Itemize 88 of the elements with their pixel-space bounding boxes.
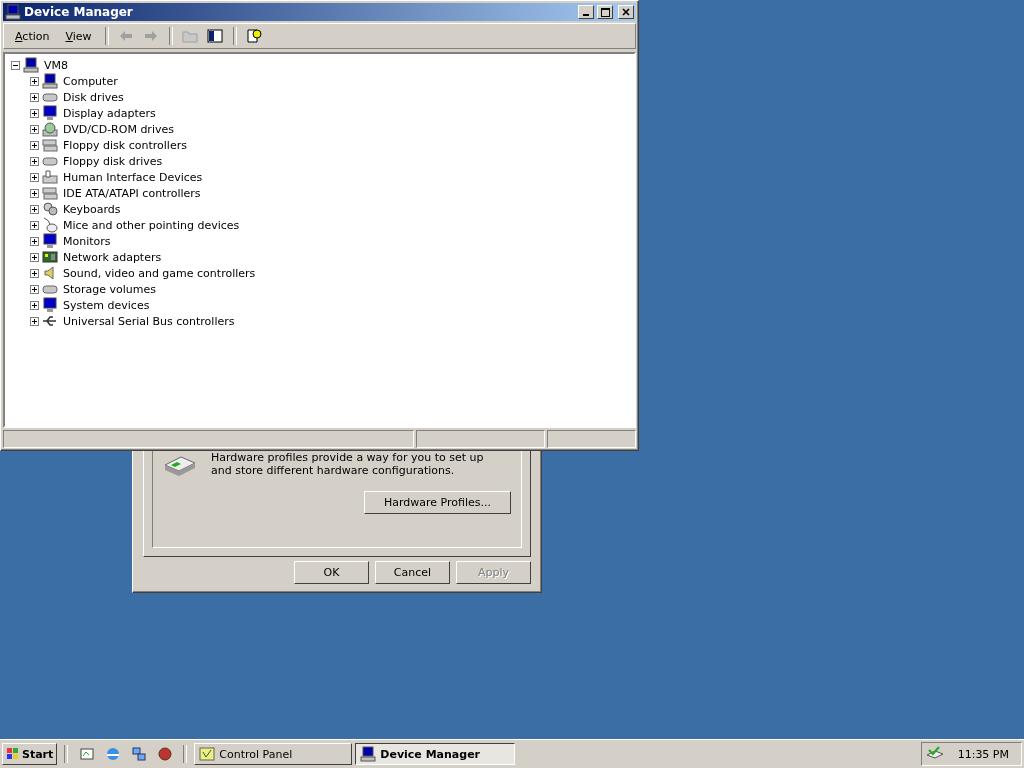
plus-icon (31, 189, 38, 197)
expand-button[interactable] (30, 108, 39, 118)
plus-icon (31, 269, 38, 277)
plus-icon (31, 205, 38, 213)
expand-button[interactable] (30, 220, 39, 230)
monitor-icon (42, 105, 58, 121)
media-player-icon (156, 746, 173, 762)
window-title: Device Manager (24, 5, 134, 19)
monitor-icon (42, 233, 58, 249)
expand-button[interactable] (30, 284, 39, 294)
expand-button[interactable] (30, 92, 39, 102)
folder-icon (182, 28, 199, 44)
plus-icon (31, 141, 38, 149)
tree-item[interactable]: Disk drives (61, 90, 126, 104)
plus-icon (31, 157, 38, 165)
expand-button[interactable] (30, 156, 39, 166)
plus-icon (31, 77, 38, 85)
plus-icon (31, 317, 38, 325)
tree-item[interactable]: System devices (61, 298, 152, 312)
forward-arrow-icon (143, 28, 160, 44)
menu-item[interactable]: Action (8, 27, 57, 45)
plus-icon (31, 221, 38, 229)
maximize-button[interactable] (597, 5, 613, 19)
tree-item[interactable]: DVD/CD-ROM drives (61, 122, 176, 136)
control-panel-icon (199, 746, 216, 762)
plus-icon (31, 285, 38, 293)
expand-button[interactable] (30, 172, 39, 182)
expand-button[interactable] (30, 268, 39, 278)
close-icon (622, 8, 630, 16)
expand-button[interactable] (30, 140, 39, 150)
clock: 11:35 PM (957, 747, 1009, 761)
maximize-icon (600, 7, 610, 17)
tree-item[interactable]: Sound, video and game controllers (61, 266, 258, 280)
tree-item[interactable]: Storage volumes (61, 282, 159, 296)
tree-item[interactable]: Human Interface Devices (61, 170, 205, 184)
plus-icon (31, 301, 38, 309)
expand-button[interactable] (30, 204, 39, 214)
usb-icon (42, 313, 58, 329)
computer-icon (23, 57, 39, 73)
network-card-icon (42, 249, 58, 265)
expand-button[interactable] (30, 124, 39, 134)
tree-item[interactable]: VM8 (42, 58, 70, 72)
expand-button[interactable] (30, 236, 39, 246)
disc-drive-icon (42, 121, 58, 137)
help-icon (246, 28, 263, 44)
browser-icon (104, 746, 121, 762)
computer-icon (5, 4, 21, 20)
plus-icon (31, 93, 38, 101)
network-icon (130, 746, 147, 762)
menu-item[interactable]: View (58, 27, 99, 45)
dialog-button[interactable]: Cancel (375, 561, 450, 584)
plus-icon (31, 173, 38, 181)
dialog-button[interactable]: OK (294, 561, 369, 584)
close-button[interactable] (618, 5, 634, 19)
expand-button[interactable] (30, 316, 39, 326)
expand-button[interactable] (30, 252, 39, 262)
minimize-button[interactable] (578, 5, 594, 19)
plus-icon (31, 253, 38, 261)
collapse-button[interactable] (11, 60, 20, 70)
start-button[interactable]: Start (2, 743, 58, 765)
tree-item[interactable]: Network adapters (61, 250, 164, 264)
tree-item[interactable]: Floppy disk controllers (61, 138, 189, 152)
plus-icon (31, 237, 38, 245)
tree-item[interactable]: Keyboards (61, 202, 123, 216)
hardware-icon (925, 746, 944, 762)
tree-item[interactable]: Computer (61, 74, 120, 88)
expand-button[interactable] (30, 76, 39, 86)
hardware-profiles-button[interactable]: Hardware Profiles... (364, 491, 511, 514)
expand-button[interactable] (30, 300, 39, 310)
panel-toggle-icon (207, 28, 224, 44)
tree-item[interactable]: Display adapters (61, 106, 158, 120)
taskbar-button[interactable]: Device Manager (355, 743, 516, 765)
taskbar-button[interactable]: Control Panel (194, 743, 353, 765)
tree-item[interactable]: Mice and other pointing devices (61, 218, 242, 232)
flag-icon (6, 747, 20, 761)
mouse-icon (42, 217, 58, 233)
tree-item[interactable]: IDE ATA/ATAPI controllers (61, 186, 203, 200)
monitor-icon (42, 297, 58, 313)
tree-item[interactable]: Universal Serial Bus controllers (61, 314, 237, 328)
expand-button[interactable] (30, 188, 39, 198)
tree-item[interactable]: Monitors (61, 234, 113, 248)
tree-item[interactable]: Floppy disk drives (61, 154, 165, 168)
desktop-icon (78, 746, 95, 762)
plus-icon (31, 109, 38, 117)
hardware-profiles-description: Hardware profiles provide a way for you to set up and store different hardware configurations. (211, 451, 485, 477)
computer-icon (42, 73, 58, 89)
plus-icon (31, 125, 38, 133)
computer-icon (360, 746, 377, 762)
